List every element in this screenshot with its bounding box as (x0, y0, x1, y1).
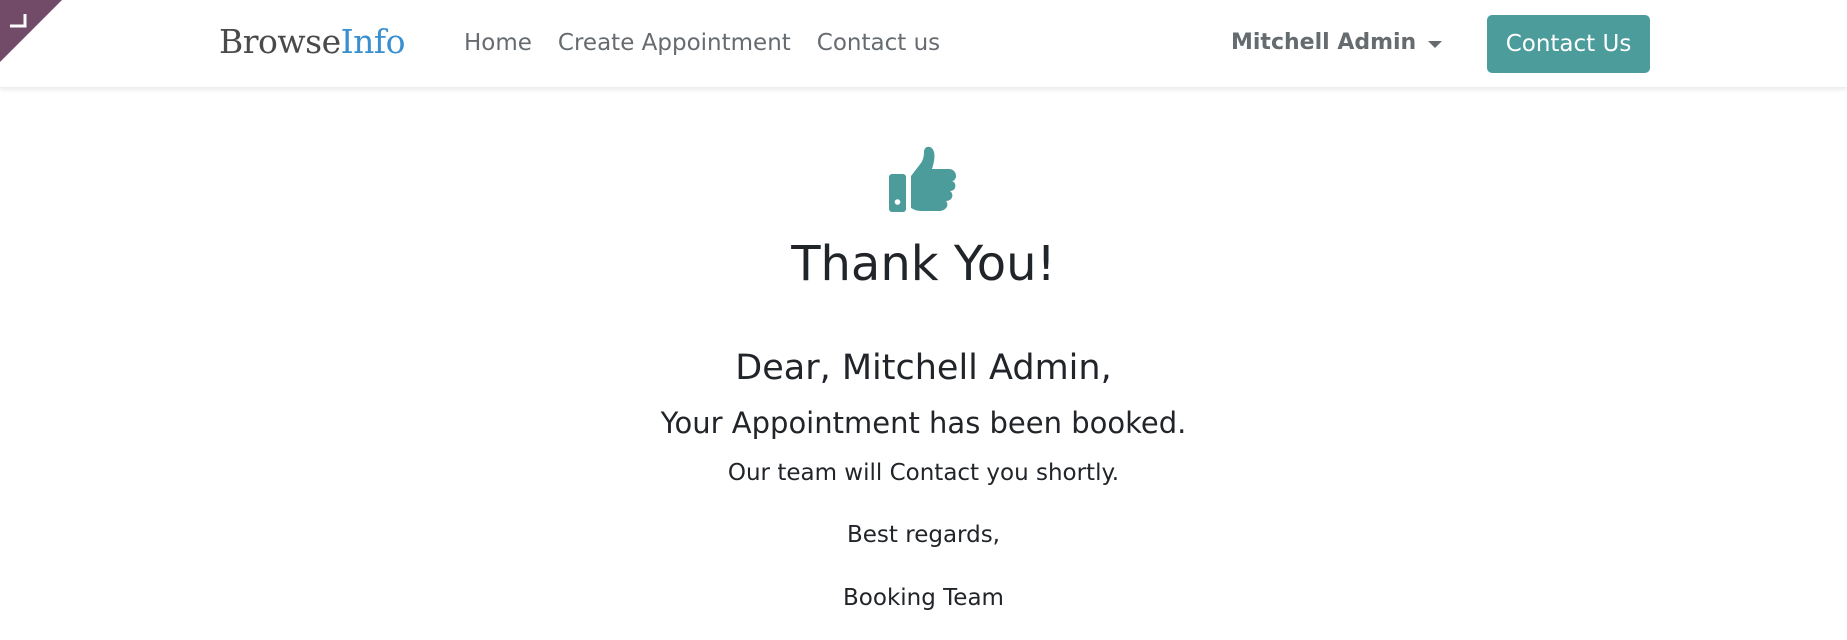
brand-logo[interactable]: BrowseInfo (219, 22, 405, 62)
brand-logo-part1: Browse (219, 22, 341, 61)
thank-you-title: Thank You! (791, 236, 1056, 292)
user-name: Mitchell Admin (1231, 30, 1417, 55)
booking-confirmation-message: Your Appointment has been booked. (660, 406, 1187, 440)
contact-us-button[interactable]: Contact Us (1487, 15, 1650, 73)
greeting-heading: Dear, Mitchell Admin, (735, 348, 1112, 388)
brand-logo-part2: Info (340, 22, 406, 61)
nav-link-home[interactable]: Home (464, 28, 532, 58)
corner-toggle-icon (0, 0, 62, 62)
nav-link-create-appointment[interactable]: Create Appointment (558, 28, 791, 58)
top-navbar: BrowseInfo Home Create Appointment Conta… (0, 0, 1847, 88)
user-menu-toggle[interactable]: Mitchell Admin (1231, 28, 1443, 58)
team-signature: Booking Team (843, 585, 1004, 611)
followup-text: Our team will Contact you shortly. (727, 460, 1120, 486)
thumbs-up-icon (889, 146, 956, 212)
nav-link-contact-us[interactable]: Contact us (817, 28, 940, 58)
signoff-text: Best regards, (847, 522, 1000, 548)
editor-corner-badge[interactable] (0, 0, 62, 62)
main-nav: Home Create Appointment Contact us (464, 28, 940, 58)
chevron-down-icon (1428, 40, 1443, 48)
